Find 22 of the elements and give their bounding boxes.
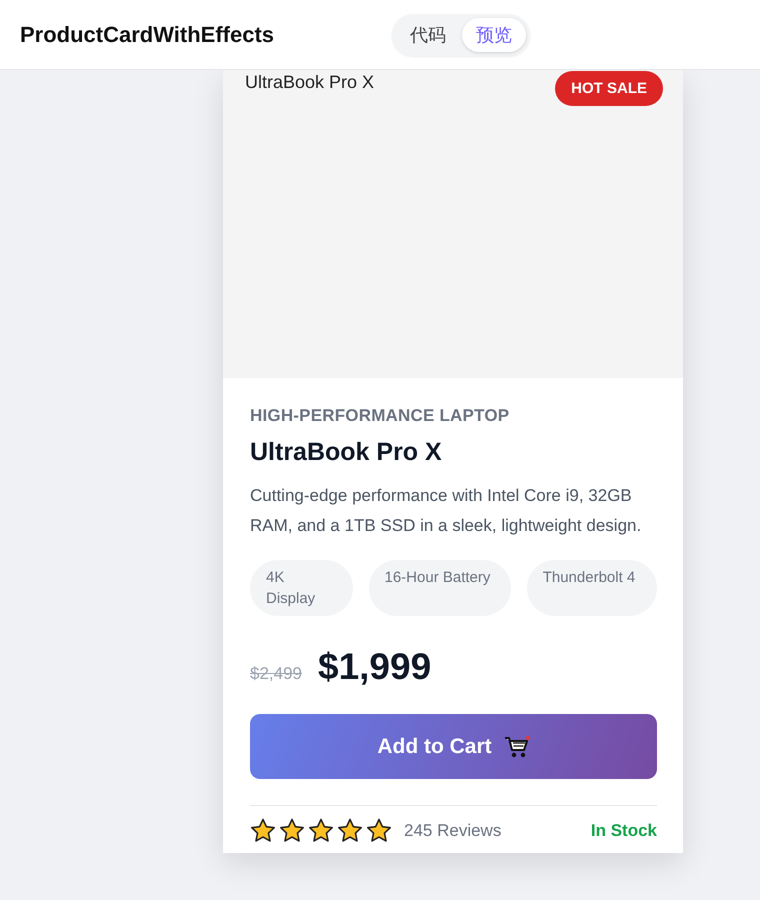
star-icon <box>337 818 363 843</box>
image-alt-text: UltraBook Pro X <box>245 72 374 93</box>
star-icon <box>250 818 276 843</box>
review-count: 245 Reviews <box>404 820 502 840</box>
sale-badge: HOT SALE <box>555 71 663 106</box>
page-title: ProductCardWithEffects <box>20 22 276 48</box>
view-tab[interactable]: 预览 <box>462 18 526 52</box>
original-price: $2,499 <box>250 664 302 684</box>
feature-tag: 4K Display <box>250 560 352 616</box>
star-icon <box>279 818 305 843</box>
stock-status: In Stock <box>590 820 657 840</box>
star-icon <box>366 818 392 843</box>
product-category: HIGH-PERFORMANCE LAPTOP <box>250 406 510 426</box>
add-to-cart-button[interactable]: Add to Cart <box>250 714 657 779</box>
cart-icon <box>504 734 530 758</box>
product-name: UltraBook Pro X <box>250 438 443 467</box>
product-description: Cutting-edge performance with Intel Core i9, 32GB RAM, and a 1TB SSD in a sleek, lightweight design. <box>250 485 642 536</box>
sale-price: $1,999 <box>318 646 432 688</box>
view-tab[interactable]: 代码 <box>396 18 460 52</box>
star-icon <box>308 818 334 843</box>
feature-tag: 16-Hour Battery <box>368 560 511 616</box>
feature-tag: Thunderbolt 4 <box>526 560 657 616</box>
